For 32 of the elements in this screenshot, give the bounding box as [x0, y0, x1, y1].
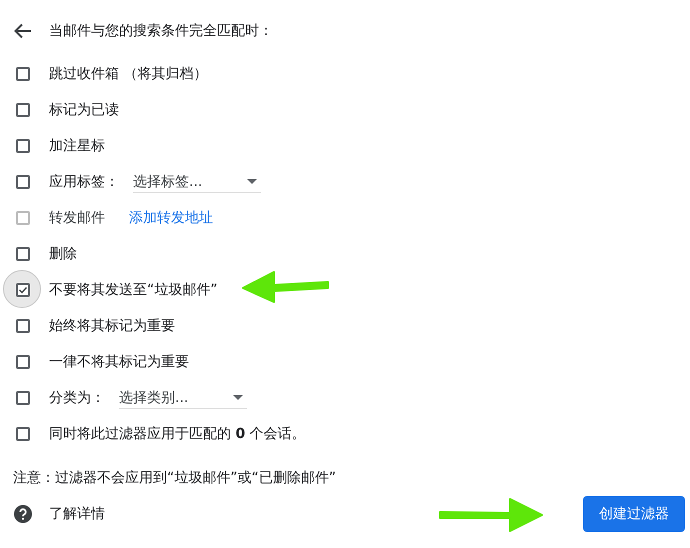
caret-icon [247, 179, 257, 184]
dropdown[interactable]: 选择标签... [133, 171, 261, 193]
option-label: 始终将其标记为重要 [49, 317, 175, 335]
checkbox[interactable] [16, 355, 30, 369]
checkbox[interactable] [16, 391, 30, 405]
filter-heading: 当邮件与您的搜索条件完全匹配时： [49, 22, 273, 40]
create-filter-button[interactable]: 创建过滤器 [583, 496, 685, 532]
checkbox[interactable] [16, 175, 30, 189]
option-label: 应用标签： [49, 173, 119, 191]
checkbox[interactable] [16, 283, 30, 297]
option-label: 不要将其发送至“垃圾邮件” [49, 281, 218, 299]
checkbox[interactable] [16, 247, 30, 261]
option-label: 加注星标 [49, 137, 105, 155]
checkbox[interactable] [16, 103, 30, 117]
option-label: 一律不将其标记为重要 [49, 353, 189, 371]
option-label: 删除 [49, 245, 77, 263]
learn-more-link[interactable]: 了解详情 [49, 505, 105, 523]
caret-icon [233, 395, 243, 400]
checkmark-icon [18, 285, 28, 295]
option-label: 转发邮件 [49, 209, 105, 227]
option-label: 跳过收件箱 （将其归档） [49, 65, 208, 83]
help-icon [14, 505, 32, 523]
checkbox[interactable] [16, 139, 30, 153]
option-label: 同时将此过滤器应用于匹配的 0 个会话。 [49, 425, 306, 443]
checkbox[interactable] [16, 67, 30, 81]
checkbox[interactable] [16, 427, 30, 441]
back-arrow-icon[interactable] [14, 23, 32, 39]
option-label: 标记为已读 [49, 101, 119, 119]
note-text: 注意：过滤器不会应用到“垃圾邮件”或“已删除邮件” [12, 469, 338, 488]
dropdown[interactable]: 选择类别... [119, 387, 247, 409]
checkbox[interactable] [16, 319, 30, 333]
option-label: 分类为： [49, 389, 105, 407]
